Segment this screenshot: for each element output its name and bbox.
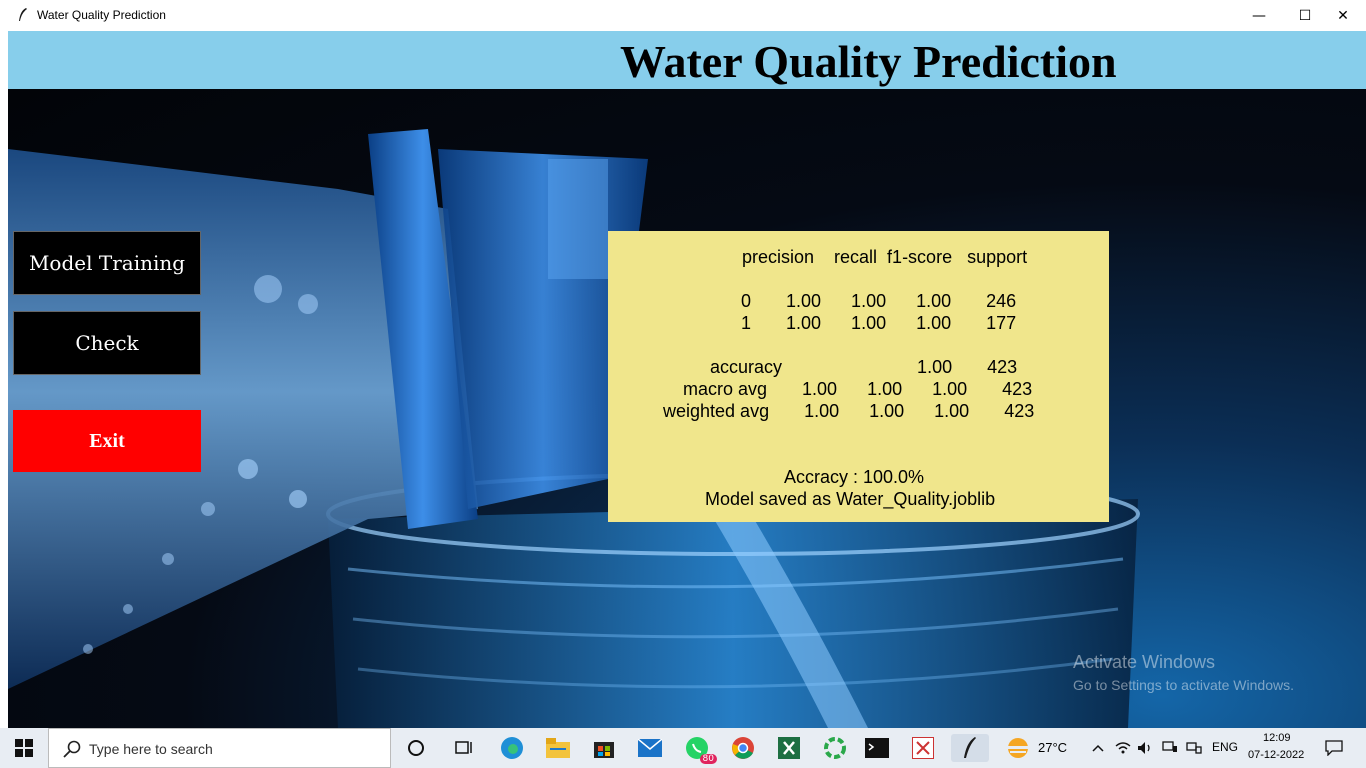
app-header: Water Quality Prediction (8, 31, 1366, 89)
model-training-button[interactable]: Model Training (13, 231, 201, 295)
store-icon[interactable] (590, 734, 618, 762)
windows-start-icon (15, 739, 33, 757)
page-title: Water Quality Prediction (620, 36, 1117, 87)
feather-icon (19, 8, 27, 21)
activation-watermark-title: Activate Windows (1073, 652, 1216, 672)
excel-icon[interactable] (775, 734, 803, 762)
file-explorer-icon[interactable] (544, 734, 572, 762)
tool-icon[interactable] (909, 734, 937, 762)
wifi-icon[interactable] (1113, 734, 1133, 762)
report-row-class-1: 1 1.00 1.00 1.00 177 (741, 313, 1017, 333)
report-accuracy-row: accuracy 1.00 423 (710, 357, 1018, 377)
chrome-icon[interactable] (729, 734, 757, 762)
window-border (0, 31, 8, 728)
taskbar: Type here to search 80 27°C ENG 12:09 07… (0, 728, 1366, 768)
report-header-row: precision recall f1-score support (742, 247, 1028, 267)
notification-icon[interactable] (1320, 734, 1348, 762)
clock-time[interactable]: 12:09 (1263, 732, 1291, 744)
clock-date[interactable]: 07-12-2022 (1248, 749, 1304, 761)
task-view-icon[interactable] (450, 734, 478, 762)
check-button[interactable]: Check (13, 311, 201, 375)
exit-button[interactable]: Exit (13, 410, 201, 472)
window-title: Water Quality Prediction (37, 8, 166, 22)
weather-icon (1004, 734, 1032, 762)
report-macro-avg-row: macro avg 1.00 1.00 1.00 423 (683, 379, 1033, 399)
cortana-icon[interactable] (402, 734, 430, 762)
minimize-button[interactable]: — (1236, 0, 1282, 31)
volume-icon[interactable] (1135, 734, 1155, 762)
search-placeholder: Type here to search (89, 741, 213, 757)
network-icon[interactable] (1184, 734, 1204, 762)
app-icon[interactable] (821, 734, 849, 762)
mail-icon[interactable] (636, 734, 664, 762)
weather-temperature: 27°C (1038, 740, 1068, 755)
activation-watermark-subtitle: Go to Settings to activate Windows. (1073, 677, 1294, 693)
classification-report-panel: precision recall f1-score support 0 1.00… (608, 231, 1109, 522)
report-weighted-avg-row: weighted avg 1.00 1.00 1.00 423 (663, 401, 1035, 421)
whatsapp-badge: 80 (699, 754, 717, 764)
chevron-up-icon[interactable] (1088, 734, 1108, 762)
taskbar-search-box[interactable]: Type here to search (48, 728, 391, 768)
window-titlebar: Water Quality Prediction — ☐ ✕ (0, 0, 1366, 32)
display-icon[interactable] (1160, 734, 1180, 762)
accuracy-result-text: Accracy : 100.0% (784, 467, 925, 487)
report-row-class-0: 0 1.00 1.00 1.00 246 (741, 291, 1017, 311)
edge-icon[interactable] (498, 734, 526, 762)
model-saved-text: Model saved as Water_Quality.joblib (705, 489, 996, 509)
python-feather-icon[interactable] (951, 734, 989, 762)
language-indicator[interactable]: ENG (1212, 740, 1238, 754)
search-icon (63, 740, 81, 758)
terminal-icon[interactable] (863, 734, 891, 762)
whatsapp-icon[interactable]: 80 (683, 734, 717, 764)
start-button[interactable] (0, 728, 48, 768)
close-button[interactable]: ✕ (1320, 0, 1366, 31)
